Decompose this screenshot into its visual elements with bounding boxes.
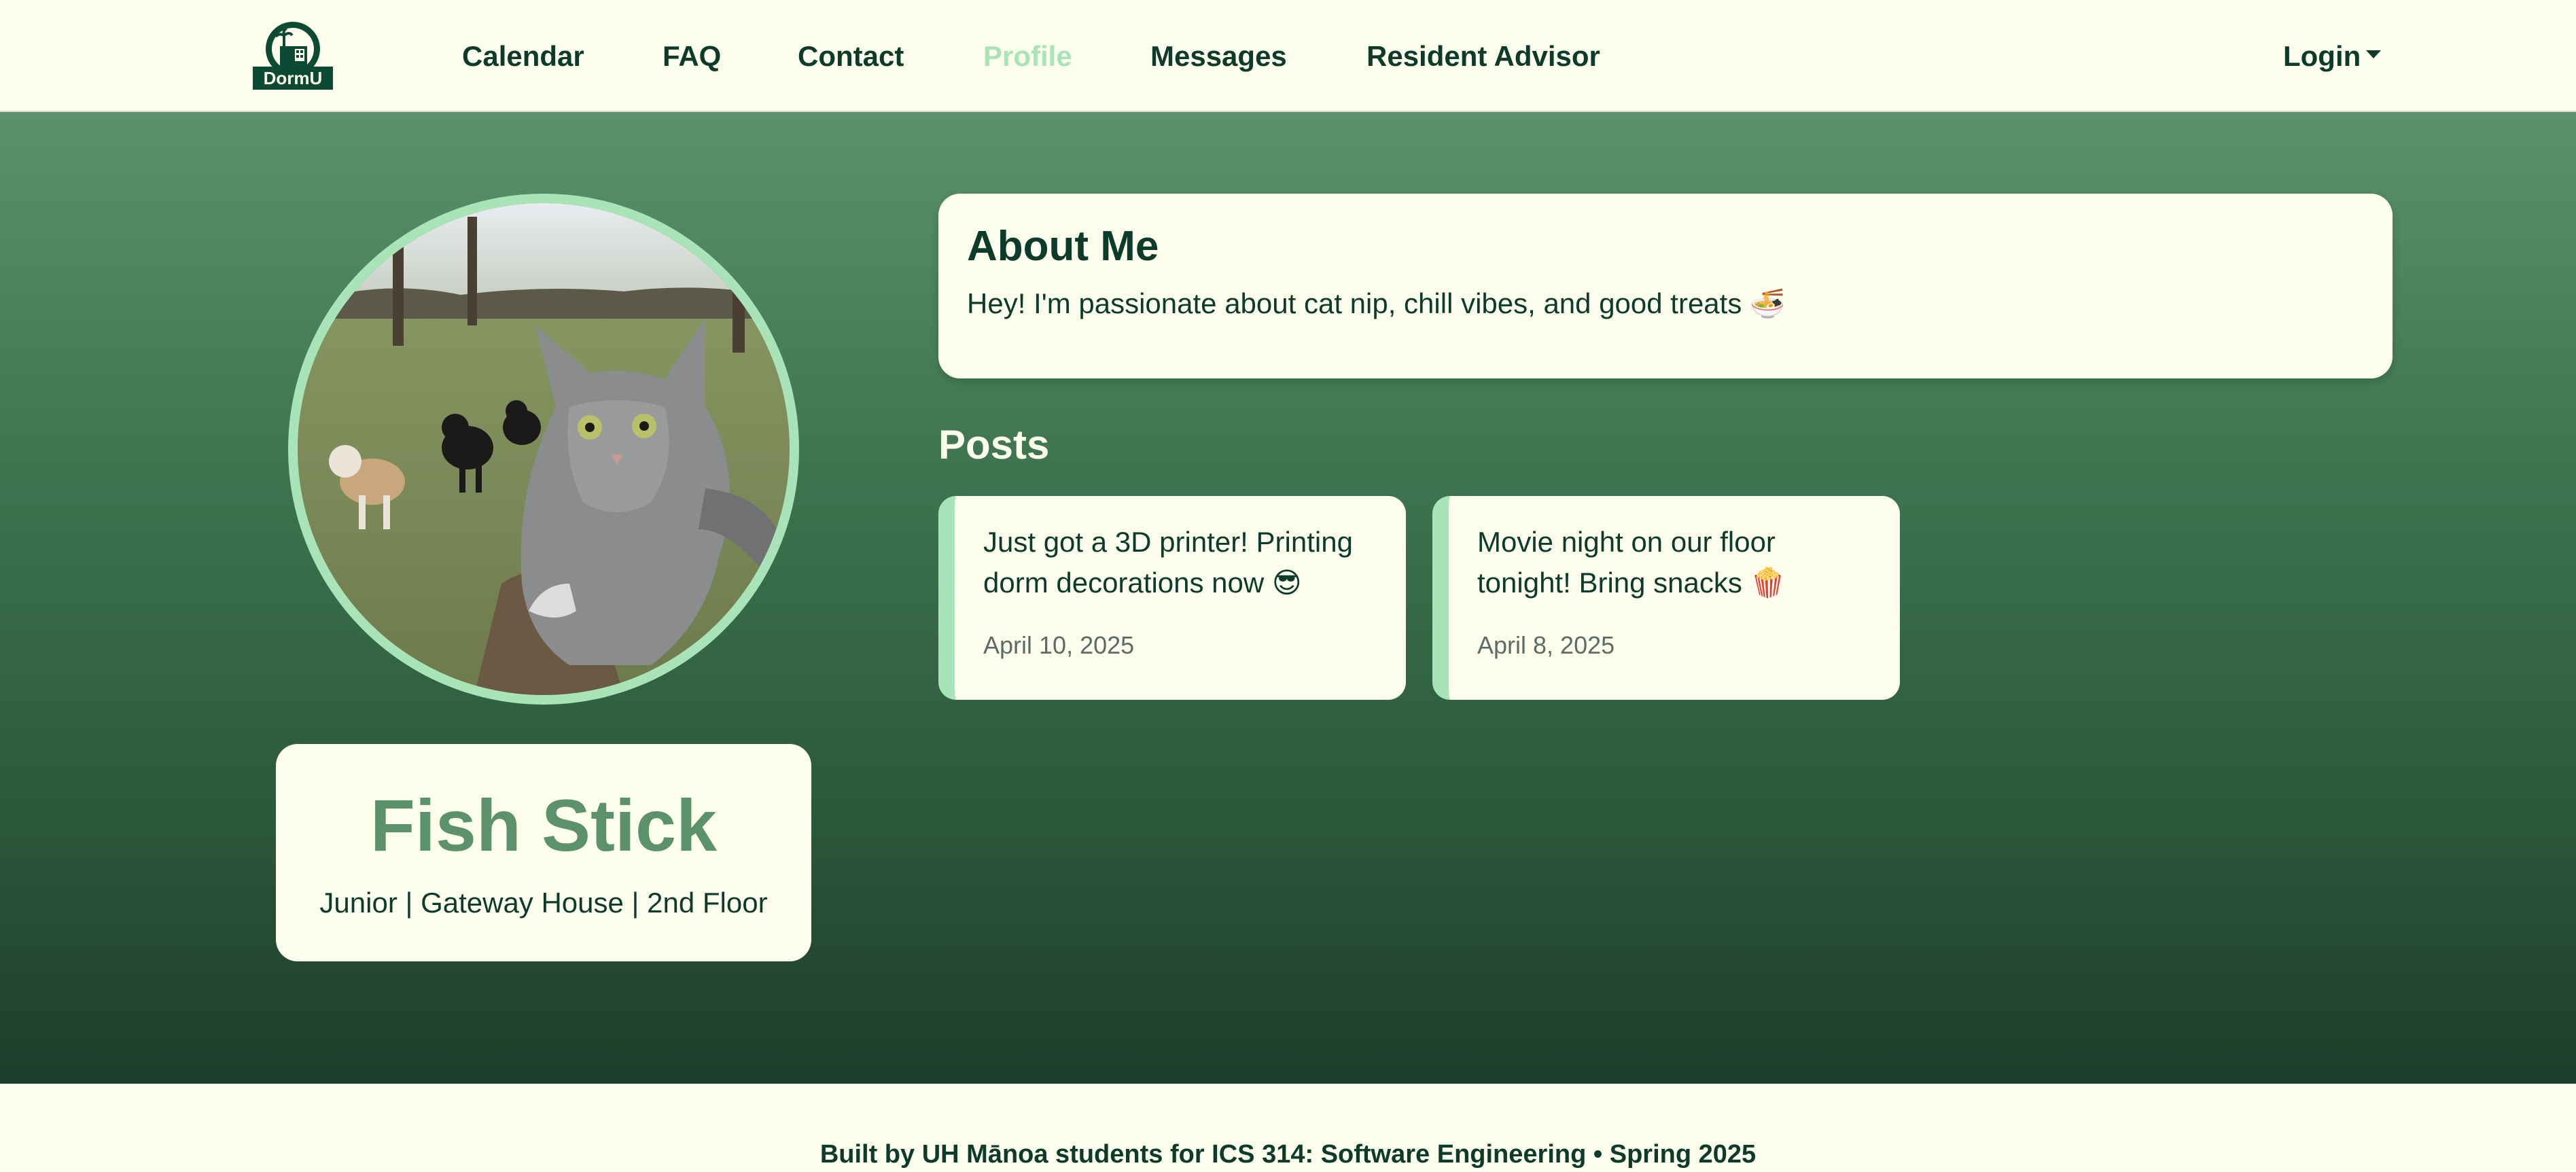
login-label: Login	[2283, 40, 2361, 72]
post-text: Movie night on our floor tonight! Bring …	[1477, 526, 1786, 599]
nav-contact[interactable]: Contact	[798, 0, 904, 112]
nav-profile[interactable]: Profile	[983, 0, 1072, 112]
posts-heading: Posts	[938, 422, 1050, 467]
profile-meta: Junior | Gateway House | 2nd Floor	[319, 887, 768, 919]
footer: Built by UH Mānoa students for ICS 314: …	[0, 1084, 2576, 1172]
dormu-logo[interactable]: DormU	[253, 19, 333, 90]
post-text: Just got a 3D printer! Printing dorm dec…	[983, 526, 1353, 599]
profile-section: Fish Stick Junior | Gateway House | 2nd …	[0, 112, 2576, 1084]
login-dropdown[interactable]: Login	[2283, 0, 2382, 112]
nav-resident-advisor[interactable]: Resident Advisor	[1366, 0, 1600, 112]
cat-selfie-photo	[298, 203, 790, 695]
about-text: Hey! I'm passionate about cat nip, chill…	[967, 287, 1786, 319]
dormu-logo-icon: DormU	[253, 22, 333, 90]
top-navbar: DormU Calendar FAQ Contact Profile Messa…	[0, 0, 2576, 112]
about-me-card: About Me Hey! I'm passionate about cat n…	[938, 194, 2393, 378]
about-title: About Me	[967, 223, 1159, 270]
avatar-image	[298, 203, 790, 695]
post-date: April 10, 2025	[983, 631, 1135, 659]
footer-credit: Built by UH Mānoa students for ICS 314: …	[819, 1140, 1757, 1169]
nav-messages[interactable]: Messages	[1150, 0, 1287, 112]
nav-calendar[interactable]: Calendar	[462, 0, 584, 112]
nav-faq[interactable]: FAQ	[663, 0, 721, 112]
profile-name: Fish Stick	[370, 784, 718, 866]
svg-text:DormU: DormU	[264, 68, 323, 88]
caret-down-icon	[2366, 50, 2382, 58]
profile-name-card: Fish Stick Junior | Gateway House | 2nd …	[276, 744, 811, 961]
avatar	[288, 194, 799, 705]
post-card[interactable]: Movie night on our floor tonight! Bring …	[1432, 496, 1900, 700]
post-date: April 8, 2025	[1477, 631, 1615, 659]
post-card[interactable]: Just got a 3D printer! Printing dorm dec…	[938, 496, 1406, 700]
